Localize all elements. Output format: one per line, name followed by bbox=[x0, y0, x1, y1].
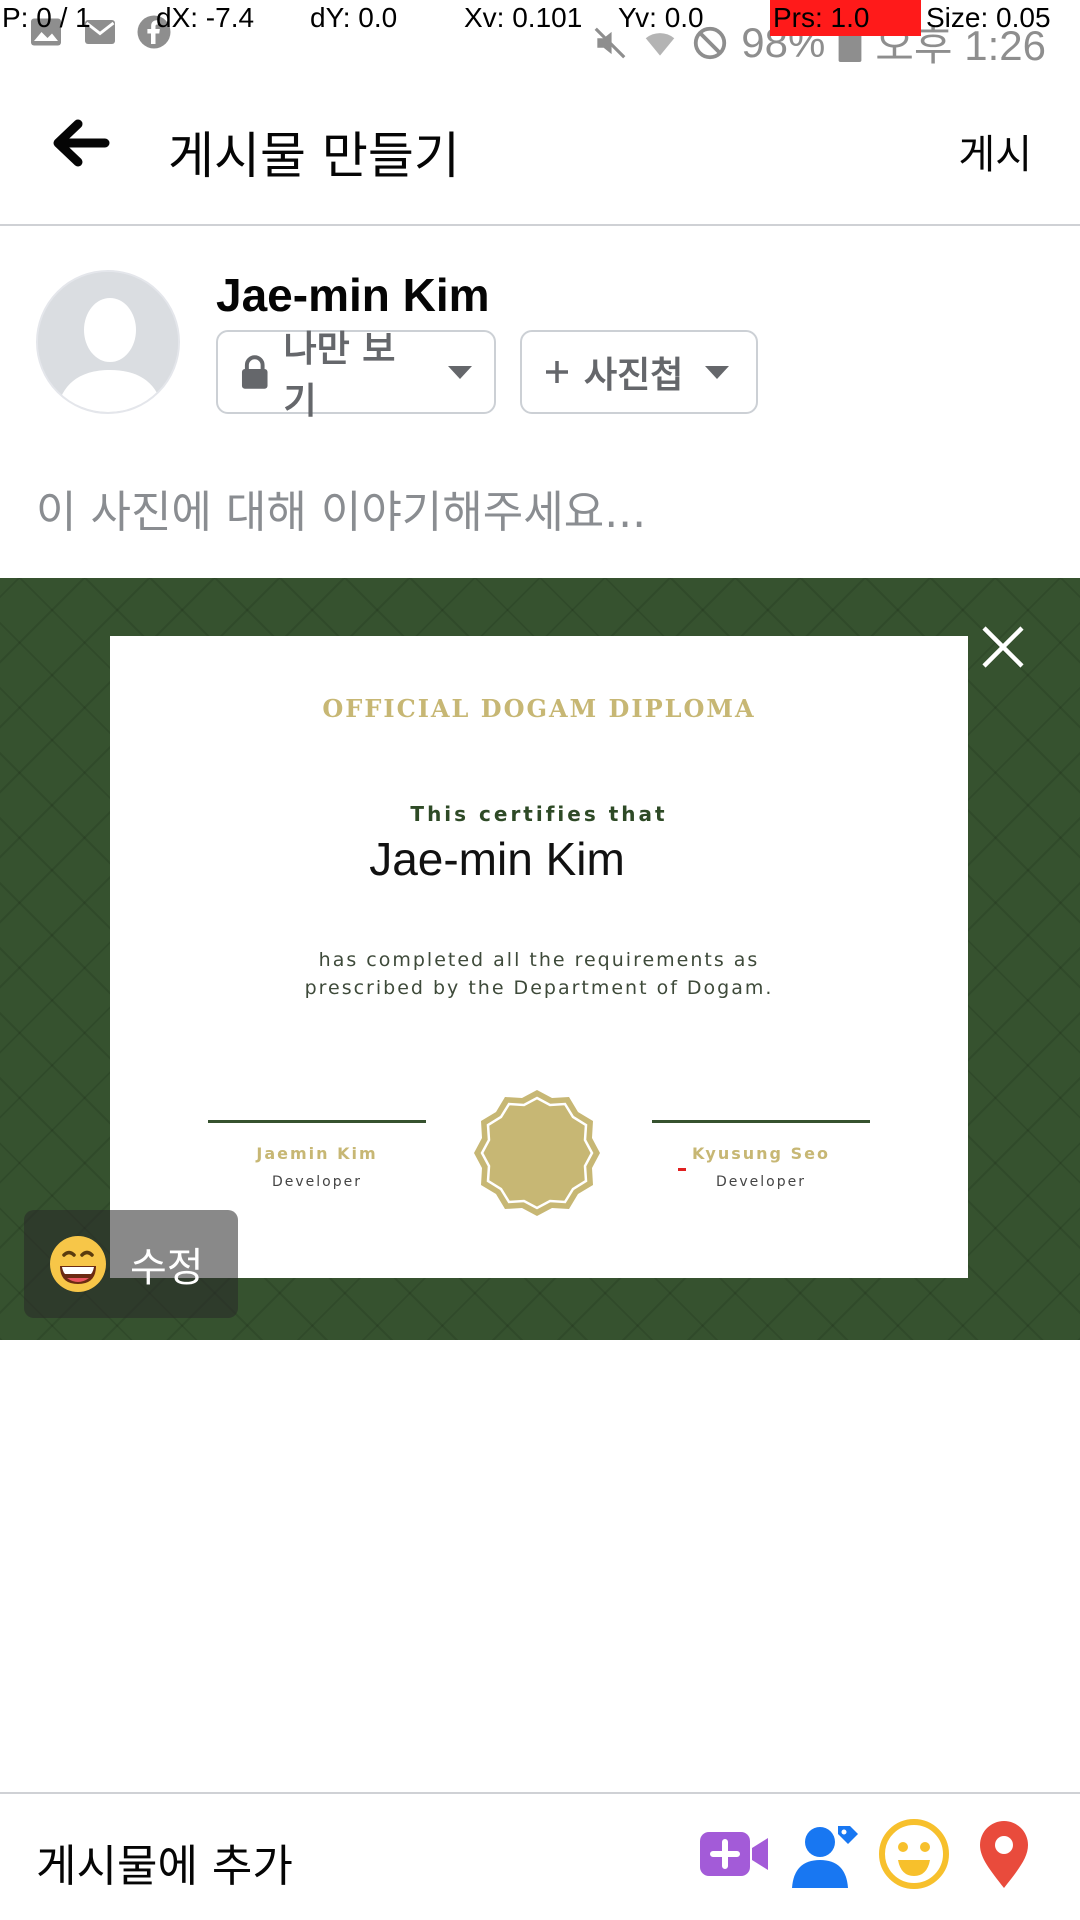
tag-people-icon[interactable] bbox=[788, 1818, 860, 1890]
attached-photo[interactable]: OFFICIAL DOGAM DIPLOMA This certifies th… bbox=[0, 578, 1080, 1340]
signer-left-role: Developer bbox=[271, 1174, 362, 1190]
signature-line-left bbox=[208, 1120, 426, 1123]
edit-photo-button[interactable]: 수정 bbox=[24, 1210, 238, 1318]
laughing-emoji-icon bbox=[50, 1236, 106, 1292]
overlay-dy: dY: 0.0 bbox=[310, 2, 398, 33]
signature-line-right bbox=[652, 1120, 870, 1123]
album-selector[interactable]: 사진첩 bbox=[520, 330, 758, 414]
create-post-header: 게시물 만들기 게시 bbox=[0, 60, 1080, 226]
chevron-down-icon bbox=[705, 365, 730, 379]
overlay-dx: dX: -7.4 bbox=[156, 2, 255, 33]
signer-right-role: Developer bbox=[715, 1174, 806, 1190]
back-button[interactable] bbox=[52, 118, 112, 168]
add-to-post-icons bbox=[698, 1818, 1040, 1890]
avatar[interactable] bbox=[36, 270, 180, 414]
overlay-size: Size: 0.05 bbox=[926, 2, 1051, 33]
back-arrow-icon bbox=[53, 119, 110, 167]
overlay-xv: Xv: 0.101 bbox=[464, 2, 583, 33]
red-mark bbox=[678, 1168, 686, 1171]
signer-right-name: Kyusung Seo bbox=[692, 1144, 830, 1163]
privacy-selector[interactable]: 나만 보기 bbox=[216, 329, 496, 422]
location-icon[interactable] bbox=[968, 1818, 1040, 1890]
post-button[interactable]: 게시 bbox=[958, 122, 1032, 180]
certificate-certifies: This certifies that bbox=[410, 802, 668, 826]
certificate-description-line1: has completed all the requirements as bbox=[318, 949, 760, 971]
remove-photo-button[interactable] bbox=[978, 622, 1028, 672]
album-label: 사진첩 bbox=[584, 355, 684, 396]
edit-label: 수정 bbox=[130, 1245, 204, 1291]
plus-icon bbox=[546, 361, 568, 383]
overlay-yv: Yv: 0.0 bbox=[618, 2, 704, 33]
author-name: Jae-min Kim bbox=[216, 269, 490, 321]
pointer-location-overlay: P: 0 / 1 dX: -7.4 dY: 0.0 Xv: 0.101 Yv: … bbox=[0, 0, 1080, 36]
default-avatar-icon bbox=[38, 272, 178, 412]
certificate-description: has completed all the requirements as pr… bbox=[110, 946, 968, 1002]
status-bar: 98% 오후 1:26 P: 0 / 1 dX: -7.4 dY: 0.0 Xv… bbox=[0, 0, 1080, 69]
certificate-title: OFFICIAL DOGAM DIPLOMA bbox=[322, 694, 756, 723]
certificate-image: OFFICIAL DOGAM DIPLOMA This certifies th… bbox=[110, 636, 968, 1278]
overlay-pressure: Prs: 1.0 bbox=[770, 0, 922, 36]
signer-left-name: Jaemin Kim bbox=[256, 1144, 378, 1163]
add-to-post-label: 게시물에 추가 bbox=[36, 1841, 293, 1892]
add-to-post-bar[interactable]: 게시물에 추가 bbox=[0, 1792, 1080, 1920]
lock-icon bbox=[241, 355, 268, 389]
privacy-label: 나만 보기 bbox=[283, 329, 396, 422]
feeling-icon[interactable] bbox=[878, 1818, 950, 1890]
video-add-icon[interactable] bbox=[698, 1818, 770, 1890]
page-title: 게시물 만들기 bbox=[168, 127, 460, 185]
gold-seal-icon bbox=[474, 1090, 600, 1216]
chevron-down-icon bbox=[448, 365, 472, 379]
certificate-recipient: Jae-min Kim bbox=[369, 833, 625, 885]
post-text-input[interactable]: 이 사진에 대해 이야기해주세요... bbox=[36, 476, 646, 540]
overlay-pointer: P: 0 / 1 bbox=[2, 2, 91, 33]
close-icon bbox=[982, 626, 1024, 668]
certificate-description-line2: prescribed by the Department of Dogam. bbox=[304, 977, 774, 999]
